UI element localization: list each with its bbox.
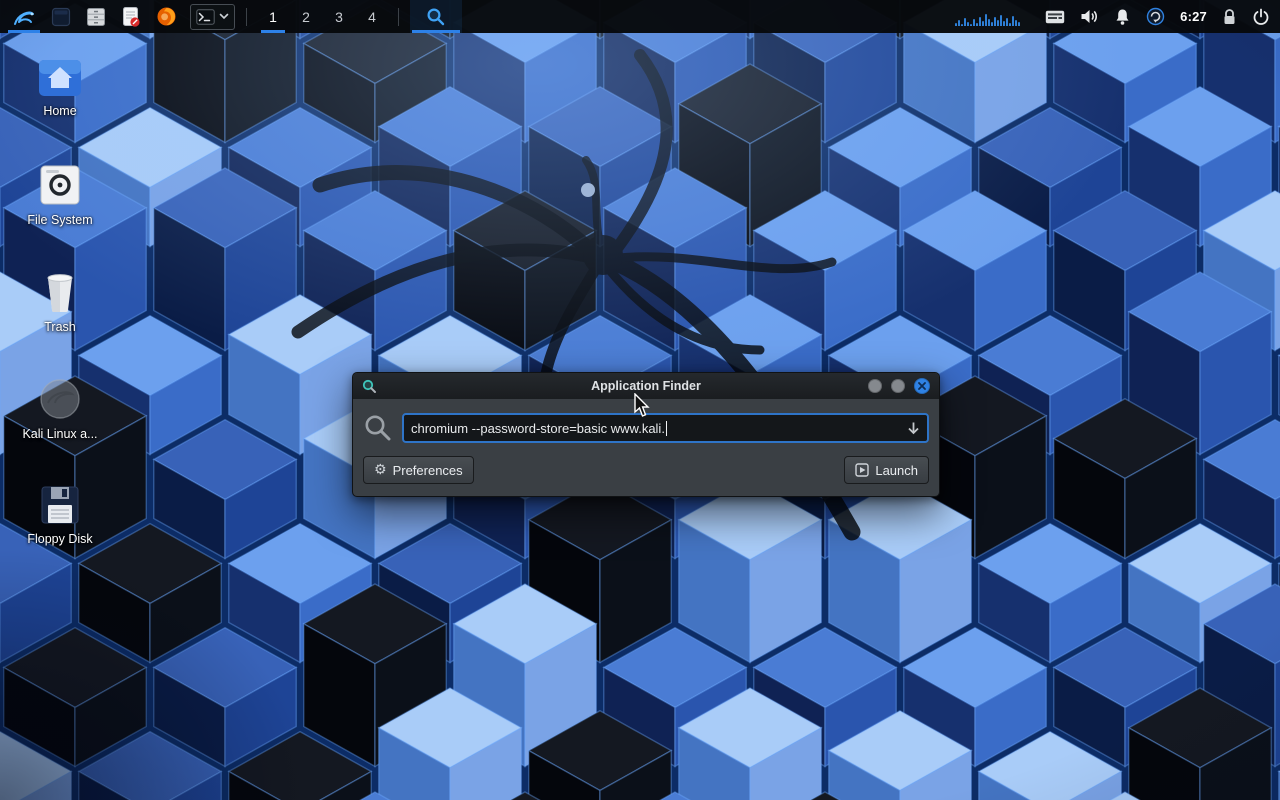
application-finder-window-icon [362,379,377,394]
desktop-icon-file-system[interactable]: File System [12,163,108,231]
chevron-down-icon [219,13,229,20]
workspace-label: 4 [368,9,376,25]
file-manager-icon[interactable] [80,0,112,33]
desktop-icon-label: Kali Linux a... [22,427,97,441]
home-folder-icon [37,56,83,98]
taskbar-application-finder[interactable] [410,0,462,33]
kali-installer-icon [38,377,82,421]
text-editor-icon[interactable] [115,0,147,33]
desktop-icon-label: Trash [44,320,76,334]
launch-run-icon [855,463,869,477]
command-input[interactable]: chromium --password-store=basic www.kali… [402,413,929,443]
floppy-disk-icon [39,484,81,526]
system-tray: 6:27 [955,0,1274,33]
gear-icon: ⚙ [374,463,387,477]
desktop-icon-label: Floppy Disk [27,532,92,546]
trash-icon [40,270,80,314]
minimize-button[interactable] [868,379,882,393]
kali-logo-icon [12,5,36,29]
applications-menu-button[interactable] [6,0,42,33]
application-finder-task-icon [426,7,446,27]
terminal-launcher[interactable] [190,4,235,30]
history-dropdown-icon[interactable] [907,421,920,435]
desktop-icon-column: Home File System Trash Kali Linux a... [12,56,108,591]
show-desktop-icon[interactable] [45,0,77,33]
volume-icon[interactable] [1080,0,1099,33]
window-controls [868,378,930,394]
clock[interactable]: 6:27 [1180,9,1207,24]
launch-button[interactable]: Launch [844,456,929,484]
launch-button-label: Launch [875,463,918,478]
close-button[interactable] [914,378,930,394]
workspace-label: 3 [335,9,343,25]
desktop-icon-trash[interactable]: Trash [12,270,108,338]
keyboard-layout-icon[interactable] [1045,0,1065,33]
command-text: chromium --password-store=basic www.kali… [411,421,665,436]
close-icon [918,382,926,390]
workspace-3[interactable]: 3 [324,0,354,33]
panel-separator [398,8,399,26]
titlebar[interactable]: Application Finder [353,373,939,399]
desktop-icon-floppy-disk[interactable]: Floppy Disk [12,484,108,552]
file-system-drive-icon [38,163,82,207]
desktop-icon-label: Home [43,104,76,118]
firefox-icon[interactable] [150,0,183,33]
panel-separator [246,8,247,26]
top-panel: 1 2 3 4 [0,0,1280,33]
desktop-icon-label: File System [27,213,92,227]
workspace-2[interactable]: 2 [291,0,321,33]
power-logout-icon[interactable] [1252,0,1270,33]
notifications-bell-icon[interactable] [1114,0,1131,33]
text-caret [666,421,667,436]
maximize-button[interactable] [891,379,905,393]
preferences-button-label: Preferences [393,463,463,478]
preferences-button[interactable]: ⚙ Preferences [363,456,474,484]
search-icon [363,413,393,443]
desktop-icon-home[interactable]: Home [12,56,108,124]
workspace-4[interactable]: 4 [357,0,387,33]
updates-status-icon[interactable] [1146,0,1165,33]
terminal-icon [196,9,215,25]
workspace-1[interactable]: 1 [258,0,288,33]
system-monitor-graph[interactable] [955,8,1020,26]
desktop-icon-kali-installer[interactable]: Kali Linux a... [12,377,108,445]
window-title: Application Finder [353,379,939,393]
workspace-label: 2 [302,9,310,25]
workspace-label: 1 [269,9,277,25]
finder-body: chromium --password-store=basic www.kali… [353,399,939,496]
application-finder-window: Application Finder chromium --password-s… [352,372,940,497]
lock-screen-icon[interactable] [1222,0,1237,33]
